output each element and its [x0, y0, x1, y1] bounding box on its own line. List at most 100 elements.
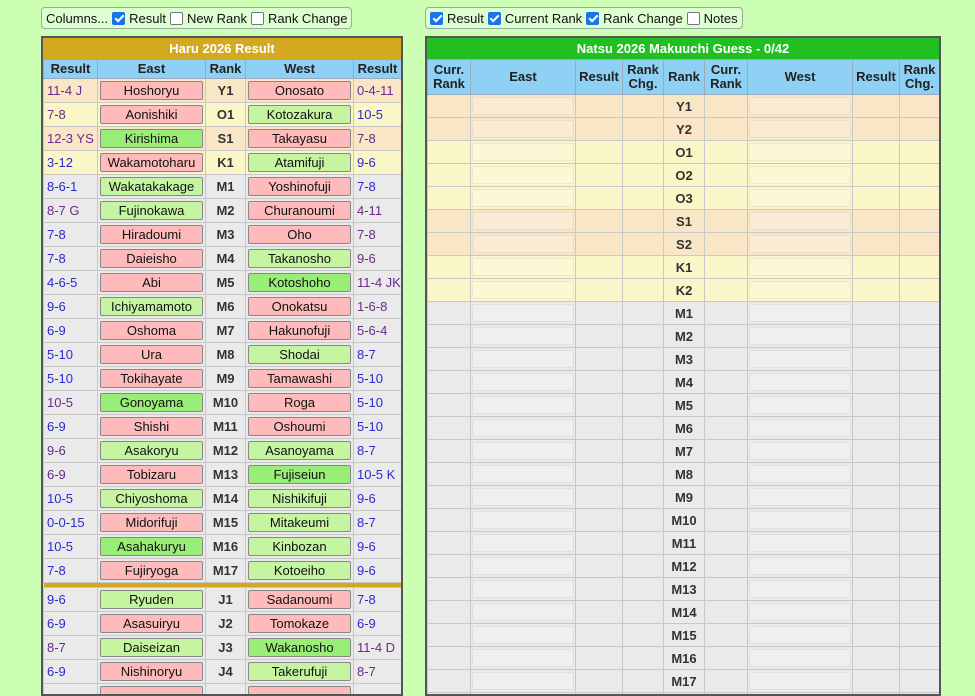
right-rank-change-checkbox[interactable] [586, 12, 599, 25]
east-rikishi-button[interactable]: Gonoyama [100, 393, 203, 412]
guess-east-slot[interactable] [472, 580, 574, 598]
west-rikishi-button[interactable]: Kinbozan [248, 537, 351, 556]
guess-west-slot[interactable] [749, 350, 851, 368]
guess-west-slot[interactable] [749, 258, 851, 276]
east-rikishi-button[interactable]: Wakatakakage [100, 177, 203, 196]
east-rikishi-button[interactable]: Daiseizan [100, 638, 203, 657]
guess-west-slot[interactable] [749, 649, 851, 667]
east-rikishi-button[interactable]: Shishi [100, 417, 203, 436]
left-rank-change-toggle[interactable]: Rank Change [251, 11, 348, 26]
east-rikishi-button[interactable]: Asakoryu [100, 441, 203, 460]
left-result-toggle[interactable]: Result [112, 11, 166, 26]
left-new-rank-checkbox[interactable] [170, 12, 183, 25]
guess-east-slot[interactable] [472, 304, 574, 322]
guess-east-slot[interactable] [472, 350, 574, 368]
west-rikishi-button[interactable]: Takayasu [248, 129, 351, 148]
east-rikishi-button[interactable]: Abi [100, 273, 203, 292]
guess-west-slot[interactable] [749, 166, 851, 184]
left-new-rank-toggle[interactable]: New Rank [170, 11, 247, 26]
guess-west-slot[interactable] [749, 212, 851, 230]
guess-west-slot[interactable] [749, 189, 851, 207]
east-rikishi-button[interactable]: Nishinoryu [100, 662, 203, 681]
guess-west-slot[interactable] [749, 603, 851, 621]
east-rikishi-button[interactable]: Hiradoumi [100, 225, 203, 244]
guess-west-slot[interactable] [749, 465, 851, 483]
guess-west-slot[interactable] [749, 672, 851, 690]
east-rikishi-button[interactable]: Asasuiryu [100, 614, 203, 633]
guess-east-slot[interactable] [472, 327, 574, 345]
west-rikishi-button[interactable]: Mitakeumi [248, 513, 351, 532]
guess-west-slot[interactable] [749, 419, 851, 437]
columns-menu[interactable]: Columns... [46, 11, 108, 26]
guess-east-slot[interactable] [472, 419, 574, 437]
west-rikishi-button[interactable]: Nishikifuji [248, 489, 351, 508]
right-notes-checkbox[interactable] [687, 12, 700, 25]
east-rikishi-button[interactable]: Asahakuryu [100, 537, 203, 556]
west-rikishi-button[interactable]: Fujiseiun [248, 465, 351, 484]
east-rikishi-button[interactable]: Ura [100, 345, 203, 364]
guess-east-slot[interactable] [472, 442, 574, 460]
west-rikishi-button[interactable]: Shodai [248, 345, 351, 364]
east-rikishi-button[interactable]: Wakamotoharu [100, 153, 203, 172]
guess-west-slot[interactable] [749, 396, 851, 414]
guess-east-slot[interactable] [472, 534, 574, 552]
east-rikishi-button[interactable]: Tobizaru [100, 465, 203, 484]
guess-west-slot[interactable] [749, 442, 851, 460]
east-rikishi-button[interactable]: Aonishiki [100, 105, 203, 124]
guess-west-slot[interactable] [749, 304, 851, 322]
guess-west-slot[interactable] [749, 143, 851, 161]
guess-west-slot[interactable] [749, 580, 851, 598]
east-rikishi-button[interactable]: Kirishima [100, 129, 203, 148]
east-rikishi-button[interactable]: Daieisho [100, 249, 203, 268]
west-rikishi-button[interactable]: Roga [248, 393, 351, 412]
right-notes-toggle[interactable]: Notes [687, 11, 738, 26]
west-rikishi-button[interactable]: Yoshinofuji [248, 177, 351, 196]
east-rikishi-button[interactable]: Hoshoryu [100, 81, 203, 100]
guess-west-slot[interactable] [749, 626, 851, 644]
guess-east-slot[interactable] [472, 281, 574, 299]
guess-east-slot[interactable] [472, 97, 574, 115]
west-rikishi-button[interactable]: Onokatsu [248, 297, 351, 316]
east-rikishi-button[interactable]: Chiyoshoma [100, 489, 203, 508]
guess-east-slot[interactable] [472, 603, 574, 621]
west-rikishi-button[interactable]: Takanosho [248, 249, 351, 268]
east-rikishi-button[interactable] [100, 686, 203, 696]
right-rank-change-toggle[interactable]: Rank Change [586, 11, 683, 26]
guess-east-slot[interactable] [472, 373, 574, 391]
west-rikishi-button[interactable]: Onosato [248, 81, 351, 100]
guess-west-slot[interactable] [749, 235, 851, 253]
west-rikishi-button[interactable]: Kotoshoho [248, 273, 351, 292]
west-rikishi-button[interactable]: Oho [248, 225, 351, 244]
guess-east-slot[interactable] [472, 143, 574, 161]
west-rikishi-button[interactable]: Asanoyama [248, 441, 351, 460]
guess-east-slot[interactable] [472, 465, 574, 483]
guess-west-slot[interactable] [749, 488, 851, 506]
guess-east-slot[interactable] [472, 396, 574, 414]
guess-west-slot[interactable] [749, 281, 851, 299]
left-result-checkbox[interactable] [112, 12, 125, 25]
west-rikishi-button[interactable]: Sadanoumi [248, 590, 351, 609]
guess-east-slot[interactable] [472, 166, 574, 184]
guess-east-slot[interactable] [472, 488, 574, 506]
east-rikishi-button[interactable]: Midorifuji [100, 513, 203, 532]
right-current-rank-checkbox[interactable] [488, 12, 501, 25]
guess-west-slot[interactable] [749, 97, 851, 115]
guess-west-slot[interactable] [749, 511, 851, 529]
guess-east-slot[interactable] [472, 649, 574, 667]
right-result-checkbox[interactable] [430, 12, 443, 25]
west-rikishi-button[interactable] [248, 686, 351, 696]
east-rikishi-button[interactable]: Ichiyamamoto [100, 297, 203, 316]
guess-east-slot[interactable] [472, 235, 574, 253]
west-rikishi-button[interactable]: Tomokaze [248, 614, 351, 633]
west-rikishi-button[interactable]: Atamifuji [248, 153, 351, 172]
guess-east-slot[interactable] [472, 189, 574, 207]
guess-west-slot[interactable] [749, 120, 851, 138]
west-rikishi-button[interactable]: Wakanosho [248, 638, 351, 657]
guess-east-slot[interactable] [472, 672, 574, 690]
west-rikishi-button[interactable]: Kotozakura [248, 105, 351, 124]
right-current-rank-toggle[interactable]: Current Rank [488, 11, 582, 26]
west-rikishi-button[interactable]: Hakunofuji [248, 321, 351, 340]
west-rikishi-button[interactable]: Oshoumi [248, 417, 351, 436]
east-rikishi-button[interactable]: Tokihayate [100, 369, 203, 388]
west-rikishi-button[interactable]: Tamawashi [248, 369, 351, 388]
